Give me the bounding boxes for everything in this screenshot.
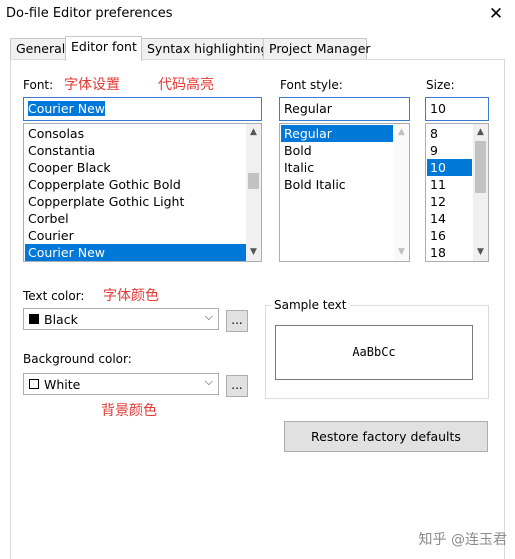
font-list-scrollbar[interactable]: ▲ ▼ bbox=[246, 124, 261, 261]
font-style-scrollbar[interactable]: ▲ ▼ bbox=[394, 124, 409, 261]
list-item[interactable]: 11 bbox=[427, 176, 472, 193]
list-item-selected[interactable]: Courier New bbox=[25, 244, 246, 261]
scroll-thumb[interactable] bbox=[248, 173, 259, 189]
font-style-label: Font style: bbox=[280, 78, 343, 92]
size-input[interactable]: 10 bbox=[425, 97, 489, 121]
size-list[interactable]: 8 9 10 11 12 14 16 18 ▲ ▼ bbox=[425, 123, 489, 262]
list-item[interactable]: 12 bbox=[427, 193, 472, 210]
font-name-value: Courier New bbox=[28, 101, 105, 116]
list-item[interactable]: Bold bbox=[281, 142, 393, 159]
background-color-value: White bbox=[44, 377, 81, 392]
font-label: Font: bbox=[23, 78, 54, 92]
size-value: 10 bbox=[430, 101, 446, 116]
chevron-down-icon: ⌵ bbox=[204, 375, 213, 388]
color-swatch-icon bbox=[29, 314, 39, 324]
chevron-down-icon: ⌵ bbox=[204, 310, 213, 323]
annotation-font-setting: 字体设置 bbox=[64, 77, 120, 93]
list-item[interactable]: 9 bbox=[427, 142, 472, 159]
title-bar: Do-file Editor preferences ✕ bbox=[0, 0, 515, 28]
tab-syntax-highlighting[interactable]: Syntax highlighting bbox=[141, 38, 268, 60]
list-item-selected[interactable]: Regular bbox=[281, 125, 393, 142]
annotation-background-color: 背景颜色 bbox=[101, 403, 157, 419]
scroll-up-icon[interactable]: ▲ bbox=[394, 125, 409, 140]
window-title: Do-file Editor preferences bbox=[6, 6, 173, 21]
list-item-selected[interactable]: 10 bbox=[427, 159, 472, 176]
tab-project-manager[interactable]: Project Manager bbox=[263, 38, 371, 60]
sample-text-title: Sample text bbox=[271, 298, 350, 312]
background-color-select[interactable]: White ⌵ bbox=[23, 373, 219, 395]
list-item[interactable]: Constantia bbox=[25, 142, 246, 159]
list-item[interactable]: Bold Italic bbox=[281, 176, 393, 193]
list-item[interactable]: Copperplate Gothic Bold bbox=[25, 176, 246, 193]
font-style-input[interactable]: Regular bbox=[279, 97, 410, 121]
list-item[interactable]: 8 bbox=[427, 125, 472, 142]
list-item[interactable]: 14 bbox=[427, 210, 472, 227]
font-style-list[interactable]: Regular Bold Italic Bold Italic ▲ ▼ bbox=[279, 123, 410, 262]
list-item[interactable]: Corbel bbox=[25, 210, 246, 227]
size-label: Size: bbox=[426, 78, 455, 92]
text-color-value: Black bbox=[44, 312, 78, 327]
size-list-scrollbar[interactable]: ▲ ▼ bbox=[473, 124, 488, 261]
list-item[interactable]: 18 bbox=[427, 244, 472, 261]
tab-editor-font[interactable]: Editor font bbox=[65, 36, 142, 61]
tab-general[interactable]: General bbox=[10, 38, 66, 60]
list-item[interactable]: Consolas bbox=[25, 125, 246, 142]
text-color-select[interactable]: Black ⌵ bbox=[23, 308, 219, 330]
list-item[interactable]: 16 bbox=[427, 227, 472, 244]
scroll-down-icon[interactable]: ▼ bbox=[246, 245, 261, 260]
font-list[interactable]: Consolas Constantia Cooper Black Copperp… bbox=[23, 123, 262, 262]
scroll-up-icon[interactable]: ▲ bbox=[246, 125, 261, 140]
text-color-more-button[interactable]: ... bbox=[226, 310, 248, 332]
list-item[interactable]: Cooper Black bbox=[25, 159, 246, 176]
background-color-label: Background color: bbox=[23, 352, 132, 366]
list-item[interactable]: Italic bbox=[281, 159, 393, 176]
text-color-label: Text color: bbox=[23, 289, 85, 303]
annotation-text-color: 字体颜色 bbox=[103, 288, 159, 304]
sample-text-preview: AaBbCc bbox=[275, 325, 473, 380]
restore-defaults-button[interactable]: Restore factory defaults bbox=[284, 421, 488, 452]
scroll-down-icon[interactable]: ▼ bbox=[473, 245, 488, 260]
scroll-up-icon[interactable]: ▲ bbox=[473, 125, 488, 140]
color-swatch-icon bbox=[29, 379, 39, 389]
font-style-value: Regular bbox=[284, 101, 332, 116]
list-item[interactable]: Courier bbox=[25, 227, 246, 244]
annotation-code-highlight: 代码高亮 bbox=[158, 77, 214, 93]
watermark: 知乎 @连玉君 bbox=[418, 532, 507, 548]
background-color-more-button[interactable]: ... bbox=[226, 375, 248, 397]
close-icon[interactable]: ✕ bbox=[485, 3, 507, 25]
font-name-input[interactable]: Courier New bbox=[23, 97, 262, 121]
scroll-thumb[interactable] bbox=[475, 141, 486, 193]
list-item[interactable]: Copperplate Gothic Light bbox=[25, 193, 246, 210]
scroll-down-icon[interactable]: ▼ bbox=[394, 245, 409, 260]
